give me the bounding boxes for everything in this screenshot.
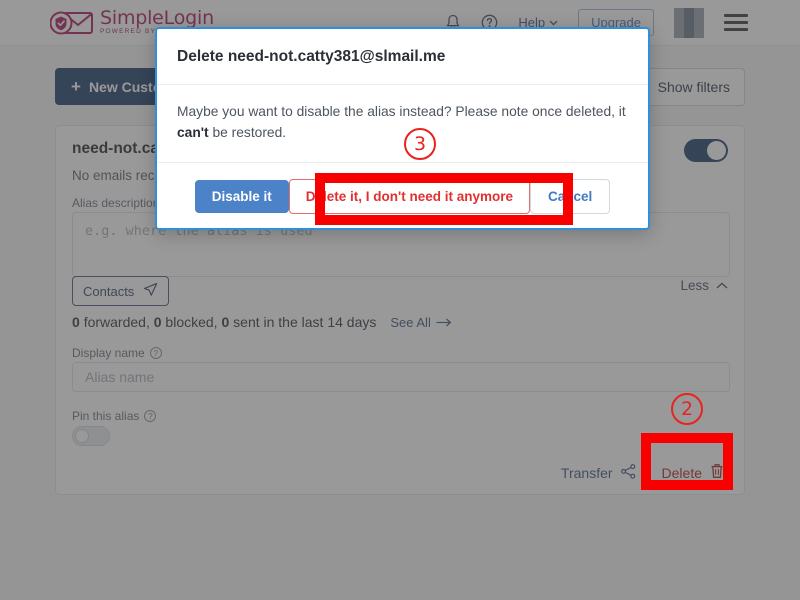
modal-message-part2: be restored. <box>208 125 287 141</box>
modal-message-emphasis: can't <box>177 125 209 141</box>
annotation-number-2: 2 <box>671 393 703 425</box>
page-root: SimpleLogin POWERED BY PROTON Help <box>0 0 800 600</box>
modal-footer: Disable it Delete it, I don't need it an… <box>157 163 648 230</box>
delete-confirm-button[interactable]: Delete it, I don't need it anymore <box>288 179 530 214</box>
modal-body: Maybe you want to disable the alias inst… <box>157 85 648 163</box>
cancel-button[interactable]: Cancel <box>530 179 611 214</box>
modal-message: Maybe you want to disable the alias inst… <box>177 101 628 144</box>
annotation-number-3: 3 <box>404 128 436 160</box>
modal-header: Delete need-not.catty381@slmail.me <box>157 29 648 85</box>
modal-message-part1: Maybe you want to disable the alias inst… <box>177 104 626 119</box>
disable-it-button[interactable]: Disable it <box>194 180 289 213</box>
modal-title: Delete need-not.catty381@slmail.me <box>177 47 446 65</box>
delete-alias-modal: Delete need-not.catty381@slmail.me Maybe… <box>155 27 650 230</box>
